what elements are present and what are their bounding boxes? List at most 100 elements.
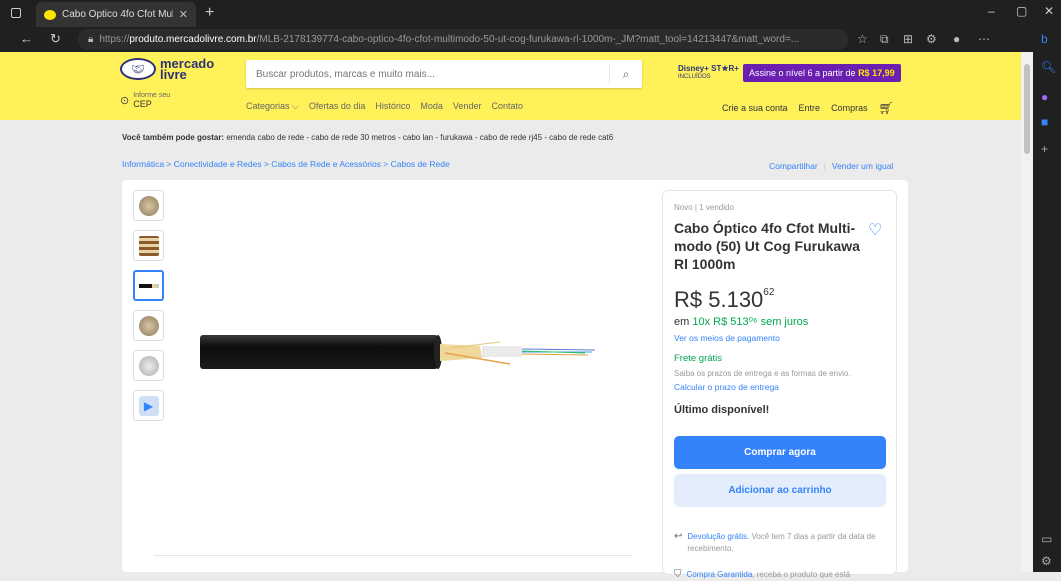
window-menu-icon[interactable] [11,8,21,18]
shield-check-icon: ⛉ [674,569,682,580]
search-box: ⌕ [246,60,642,88]
purchases-link[interactable]: Compras [831,103,868,113]
installments: em 10x R$ 513⁰⁶ sem juros [674,316,809,328]
free-return-link[interactable]: Devolução grátis. [687,532,749,541]
add-to-cart-button[interactable]: Adicionar ao carrinho [674,474,886,507]
menu-vender[interactable]: Vender [453,101,482,112]
thumbnail-2[interactable] [133,230,164,261]
search-icon[interactable]: ⌕ [610,67,642,82]
browser-chrome: Cabo Óptico 4fo Cfot Multimodo ✕ + – ▢ ✕… [0,0,1061,52]
return-arrow-icon: ↩ [674,531,683,542]
thumbnail-1[interactable] [133,190,164,221]
profile-icon[interactable]: ● [953,32,960,46]
cable-reel-image [138,235,159,256]
cart-icon[interactable]: 🛒︎ [879,101,894,115]
menu-ofertas[interactable]: Ofertas do dia [309,101,366,112]
settings-sidebar-icon[interactable]: ⚙ [1041,554,1052,568]
share-divider: | [823,161,826,171]
cep-label: CEP [133,99,152,109]
thumbnail-5[interactable] [133,350,164,381]
close-window-icon[interactable]: ✕ [1044,4,1054,18]
purchase-guarantee-info: ⛉ Compra Garantida, receba o produto que… [674,569,851,580]
extensions-icon[interactable]: ⚙ [926,32,937,46]
menu-moda[interactable]: Moda [420,101,443,112]
suggestions: Você também pode gostar: emenda cabo de … [122,133,613,142]
promo-brand: Disney+ ST★R+ [678,64,739,73]
add-sidebar-icon[interactable]: + [1041,142,1048,156]
payment-methods-link[interactable]: Ver os meios de pagamento [674,333,780,343]
product-title: Cabo Óptico 4fo Cfot Multi-modo (50) Ut … [674,220,860,272]
promo-banner[interactable]: Disney+ ST★R+ INCLUÍDOS Assine o nível 6… [678,64,901,82]
calculate-delivery-link[interactable]: Calcular o prazo de entrega [674,382,779,392]
new-tab-icon[interactable]: + [205,4,214,22]
product-card: ▶ Novo | 1 vendido Cabo Óptico 4fo Cfot … [122,180,908,580]
buy-box: Novo | 1 vendido Cabo Óptico 4fo Cfot Mu… [662,190,897,580]
cable-detail-image [138,315,159,336]
free-return-info: ↩ Devolução grátis. Você tem 7 dias a pa… [674,531,876,553]
product-main-image[interactable] [200,330,600,390]
copilot-icon[interactable]: b [1041,32,1048,46]
thumbnail-list: ▶ [133,190,164,421]
outlook-sidebar-icon[interactable]: ■ [1041,115,1048,129]
share-link[interactable]: Compartilhar [769,161,818,171]
share-links: Compartilhar | Vender um igual [769,161,893,171]
minimize-icon[interactable]: – [988,4,995,18]
menu-contato[interactable]: Contato [491,101,523,112]
thumbnail-4[interactable] [133,310,164,341]
guarantee-link[interactable]: Compra Garantida [687,570,753,579]
cable-cross-section-image [138,195,159,216]
nav-menu: Categorias ⌵ Ofertas do dia Histórico Mo… [246,101,523,112]
split-screen-icon[interactable]: ⊞ [903,32,913,46]
buy-now-button[interactable]: Comprar agora [674,436,886,469]
location-pin-icon: ⊙ [120,95,130,107]
favorites-icon[interactable]: ☆ [857,32,868,46]
product-condition: Novo | 1 vendido [674,203,734,212]
lock-icon: 🔒︎ [88,34,94,45]
sell-similar-link[interactable]: Vender um igual [832,161,893,171]
collections-icon[interactable]: ⧉ [880,32,889,47]
close-tab-icon[interactable]: ✕ [179,8,188,21]
copilot-sidebar-icon[interactable]: ● [1041,90,1048,104]
suggest-items[interactable]: emenda cabo de rede - cabo de rede 30 me… [226,133,613,142]
shipping-info: Saiba os prazos de entrega e as formas d… [674,369,851,378]
account-links: Crie a sua conta Entre Compras 🛒︎ [722,101,894,115]
thumbnail-video[interactable]: ▶ [133,390,164,421]
page-scrollbar[interactable] [1021,52,1033,572]
back-icon[interactable]: ← [20,31,33,46]
stock-status: Último disponível! [674,404,770,416]
favorite-heart-icon[interactable]: ♡ [868,220,882,240]
tab-title: Cabo Óptico 4fo Cfot Multimodo [62,9,173,20]
login-link[interactable]: Entre [799,103,821,113]
promo-button[interactable]: Assine o nível 6 a partir de R$ 17,99 [742,64,901,82]
mercadolivre-favicon-icon [44,9,56,20]
menu-historico[interactable]: Histórico [375,101,410,112]
create-account-link[interactable]: Crie a sua conta [722,103,788,113]
promo-included: INCLUÍDOS [678,74,711,80]
cable-end-image [138,355,159,376]
product-price: R$ 5.13062 [674,287,775,312]
search-sidebar-icon[interactable]: 🔍︎ [1041,60,1056,74]
mercadolivre-logo[interactable]: 🤝︎ mercado livre [120,57,214,81]
sidebar-toggle-icon[interactable]: ▭ [1041,532,1052,546]
cep-selector[interactable]: ⊙ Informe seu CEP [120,92,170,109]
edge-sidebar: 🔍︎ ● ■ + ▭ ⚙ [1033,52,1061,572]
more-icon[interactable]: ⋯ [978,32,990,46]
refresh-icon[interactable]: ↻ [50,31,61,47]
address-row: ← ↻ 🔒︎ https://produto.mercadolivre.com.… [0,27,1061,52]
search-input[interactable] [246,68,609,80]
gallery-divider [154,555,632,556]
thumbnail-3[interactable] [133,270,164,301]
handshake-icon: 🤝︎ [120,58,156,80]
restore-icon[interactable]: ▢ [1016,4,1027,18]
site-header: 🤝︎ mercado livre ⌕ Disney+ ST★R+ INCLUÍD… [0,52,1021,120]
breadcrumb[interactable]: Informática > Conectividade e Redes > Ca… [122,159,450,169]
tab-bar: Cabo Óptico 4fo Cfot Multimodo ✕ + – ▢ ✕ [0,0,1061,27]
menu-categorias[interactable]: Categorias ⌵ [246,101,299,112]
play-video-icon: ▶ [138,395,159,416]
suggest-label: Você também pode gostar: [122,133,225,142]
browser-tab[interactable]: Cabo Óptico 4fo Cfot Multimodo ✕ [36,2,196,27]
cable-side-image [138,283,159,288]
url-text: https://produto.mercadolivre.com.br/MLB-… [99,34,800,45]
address-bar[interactable]: 🔒︎ https://produto.mercadolivre.com.br/M… [78,29,848,50]
scrollbar-thumb[interactable] [1024,64,1030,154]
